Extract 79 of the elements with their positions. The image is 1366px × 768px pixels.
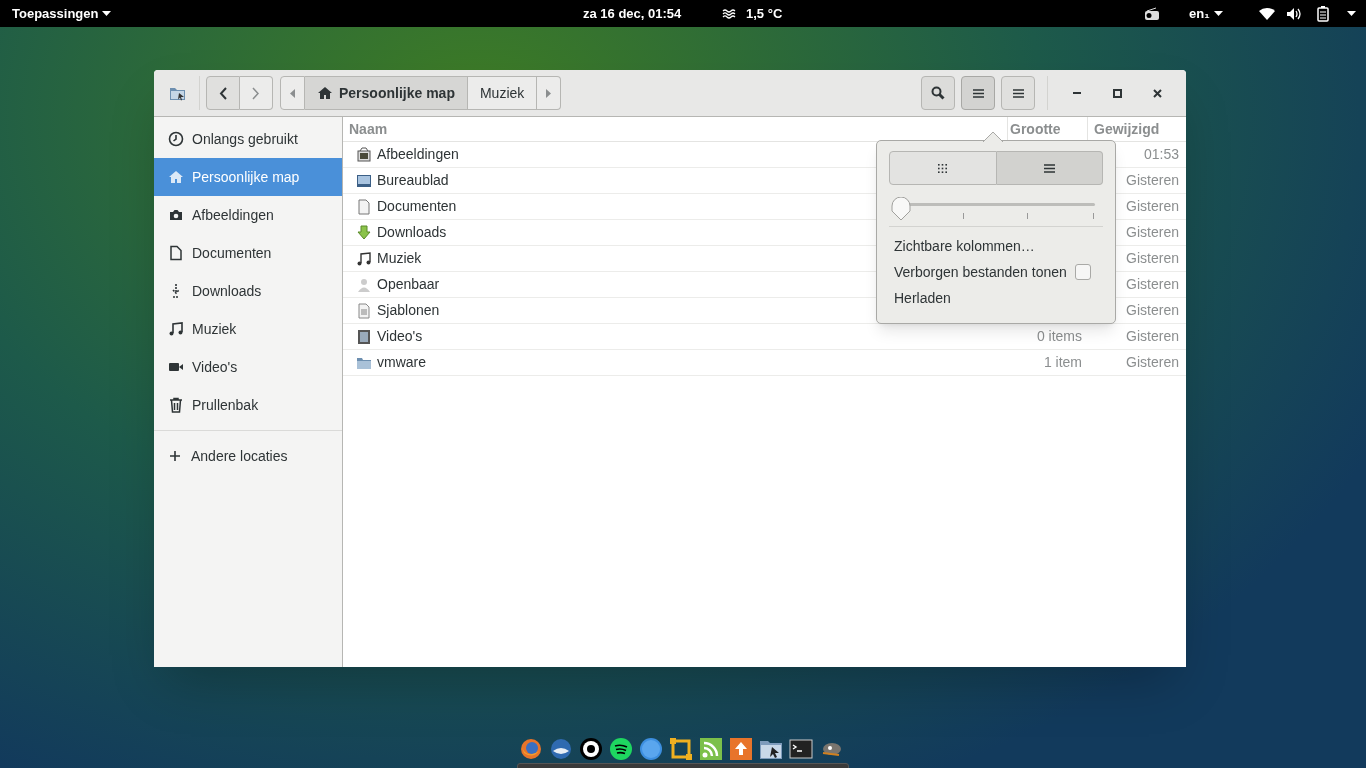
feed-icon[interactable] (699, 737, 723, 761)
file-name[interactable]: Sjablonen (377, 300, 440, 321)
file-name[interactable]: Afbeeldingen (377, 144, 459, 165)
home-icon (317, 86, 333, 100)
maximize-icon (1112, 88, 1122, 98)
firefox-icon[interactable] (519, 737, 543, 761)
slider-thumb[interactable] (891, 197, 911, 221)
file-name[interactable]: Muziek (377, 248, 422, 269)
sidebar-item[interactable]: Andere locaties (154, 437, 342, 475)
modified-date: Gisteren (1126, 224, 1179, 240)
applications-menu[interactable]: Toepassingen (12, 3, 112, 24)
menu-icon (1012, 88, 1024, 98)
view-options-button[interactable] (961, 76, 995, 110)
forward-icon (252, 86, 260, 100)
weather-icon (722, 7, 738, 20)
sidebar-item[interactable]: Afbeeldingen (154, 196, 342, 234)
home-icon (168, 169, 184, 185)
menu-item[interactable]: Verborgen bestanden tonen (894, 261, 1067, 283)
right-arrow-icon (546, 88, 552, 98)
menu-item[interactable]: Zichtbare kolommen… (894, 235, 1035, 257)
plus-icon (168, 449, 182, 463)
menu-button[interactable] (1001, 76, 1035, 110)
checkbox[interactable] (1074, 264, 1091, 280)
trash-icon (168, 397, 184, 413)
battery-icon[interactable] (1317, 5, 1329, 22)
file-name[interactable]: Bureaublad (377, 170, 449, 191)
menu-item[interactable]: Herladen (894, 287, 951, 309)
file-name[interactable]: Documenten (377, 196, 457, 217)
modified-date: Gisteren (1126, 354, 1179, 370)
minimize-icon (1073, 92, 1081, 94)
vector-icon[interactable] (669, 737, 693, 761)
modified-date: Gisteren (1126, 302, 1179, 318)
modified-date: Gisteren (1126, 250, 1179, 266)
weather-temperature: 1,5 °C (746, 4, 783, 23)
sidebar-item[interactable]: Muziek (154, 310, 342, 348)
search-icon (931, 86, 945, 100)
sidebar-item[interactable]: Downloads (154, 272, 342, 310)
list-icon (972, 88, 984, 98)
breadcrumb-button[interactable]: Persoonlijke map (305, 76, 468, 110)
zoom-slider[interactable] (891, 197, 1095, 221)
volume-icon[interactable] (1286, 6, 1302, 21)
camera-icon (168, 207, 184, 223)
file-name[interactable]: Video's (377, 326, 423, 347)
file-name[interactable]: Downloads (377, 222, 447, 243)
terminal-icon[interactable] (789, 737, 813, 761)
grid-icon (938, 163, 948, 173)
document-icon (168, 245, 184, 261)
radio-icon[interactable] (1144, 6, 1160, 21)
wifi-icon[interactable] (1259, 7, 1275, 20)
list-icon (1043, 163, 1055, 173)
close-icon (1152, 88, 1162, 98)
back-icon (219, 86, 227, 100)
caret-icon (102, 10, 112, 17)
clock[interactable]: za 16 dec, 01:54 (583, 3, 682, 24)
modified-date: Gisteren (1126, 198, 1179, 214)
left-arrow-icon (290, 88, 295, 98)
caret-icon[interactable] (1347, 10, 1356, 17)
sidebar-item[interactable]: Onlangs gebruikt (154, 120, 342, 158)
file-name[interactable]: Openbaar (377, 274, 440, 295)
back-button[interactable] (206, 76, 240, 110)
music-note-icon (168, 321, 184, 337)
update-icon[interactable] (729, 737, 753, 761)
sidebar-item[interactable]: Documenten (154, 234, 342, 272)
modified-date: Gisteren (1126, 276, 1179, 292)
file-size: 1 item (1043, 354, 1082, 370)
caret-icon (1213, 10, 1223, 17)
modified-date: Gisteren (1126, 172, 1179, 188)
folder-icon[interactable] (169, 85, 186, 101)
file-size: 0 items (1036, 328, 1082, 344)
clock-icon (168, 131, 184, 147)
spotify-icon[interactable] (609, 737, 633, 761)
search-button[interactable] (921, 76, 955, 110)
file-name[interactable]: vmware (377, 352, 426, 373)
sidebar-item[interactable]: Video's (154, 348, 342, 386)
modified-date: 01:53 (1143, 146, 1179, 162)
modified-date: Gisteren (1126, 328, 1179, 344)
keyboard-layout-menu[interactable]: en₁ (1189, 3, 1223, 24)
breadcrumb-button[interactable]: Muziek (467, 76, 538, 110)
sidebar-item[interactable]: Prullenbak (154, 386, 342, 424)
